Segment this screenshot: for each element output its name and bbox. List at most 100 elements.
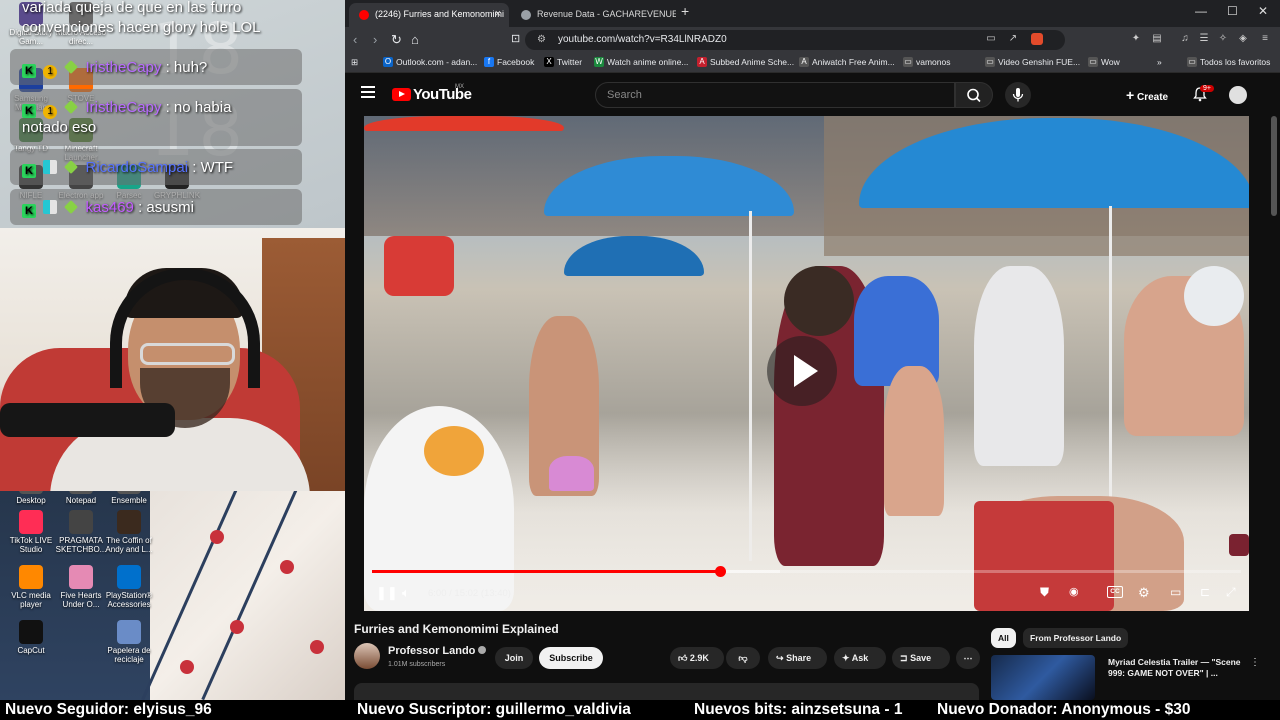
- tab-revenue[interactable]: Revenue Data - GACHAREVENUE: [511, 3, 676, 27]
- reload-icon[interactable]: ↻: [391, 32, 402, 48]
- bookmark-label: Aniwatch Free Anim...: [812, 57, 895, 67]
- close-window-button[interactable]: ✕: [1258, 4, 1268, 18]
- desktop-shortcut[interactable]: The Coffin of Andy and L...: [100, 510, 158, 554]
- captions-icon[interactable]: CC: [1107, 586, 1123, 598]
- country-code: MX: [455, 84, 464, 90]
- search-button[interactable]: [955, 82, 993, 108]
- more-bookmarks-button[interactable]: »: [1157, 57, 1162, 67]
- chat-message-text: notado eso: [22, 119, 97, 136]
- bookmark-item[interactable]: X Twitter: [544, 57, 582, 67]
- reading-list-icon[interactable]: ☰: [1198, 33, 1210, 45]
- bookmark-item[interactable]: ▭ vamonos: [903, 57, 951, 67]
- close-tab-icon[interactable]: ×: [495, 8, 501, 20]
- time-display: 6:00 / 15:02 (13:40): [428, 588, 511, 599]
- leo-icon[interactable]: ✧: [1217, 33, 1229, 45]
- share-icon[interactable]: ↗: [1007, 33, 1019, 45]
- bookmark-item[interactable]: A Aniwatch Free Anim...: [799, 57, 895, 67]
- extensions-icon[interactable]: ✦: [1130, 33, 1142, 45]
- progress-bar[interactable]: [372, 566, 1241, 577]
- desktop-shortcut-label: CapCut: [17, 646, 45, 655]
- tier-badge-icon: 1: [43, 65, 58, 79]
- pause-icon[interactable]: ❚❚: [376, 585, 398, 601]
- desktop-shortcut[interactable]: PlayStation® Accessories: [100, 565, 158, 609]
- minimize-button[interactable]: —: [1195, 4, 1207, 18]
- bookmark-icon[interactable]: ⊡: [511, 32, 520, 45]
- chat-message: K RicardoSampai : WTF: [22, 159, 233, 178]
- ask-button[interactable]: ✦ Ask: [834, 647, 886, 669]
- volume-icon[interactable]: 🔈︎: [402, 585, 410, 601]
- bookmark-favicon-icon: ▭: [903, 57, 913, 67]
- voice-search-button[interactable]: [1005, 82, 1031, 108]
- menu-icon[interactable]: ≡: [1259, 33, 1271, 45]
- site-info-icon[interactable]: ⚙: [537, 30, 546, 50]
- recommendation-thumbnail[interactable]: [991, 655, 1095, 700]
- bookmark-item[interactable]: ▭ Todos los favoritos: [1187, 57, 1270, 67]
- thumbs-down-icon: 👎︎: [738, 653, 748, 663]
- apps-icon[interactable]: ⊞: [351, 57, 358, 68]
- chip-all[interactable]: All: [991, 628, 1016, 648]
- youtube-logo-icon[interactable]: [392, 88, 411, 101]
- recommendation-more-icon[interactable]: ⋮: [1250, 657, 1260, 668]
- desktop-shortcut[interactable]: CapCut: [2, 620, 60, 655]
- settings-icon[interactable]: ⚙: [1138, 585, 1150, 601]
- recommendation-title[interactable]: Myriad Celestia Trailer — "Scene 999: GA…: [1108, 657, 1258, 679]
- bookmarks-bar: ⊞ O Outlook.com - adan... f Facebook X Twitte…: [345, 53, 1280, 73]
- scrollbar[interactable]: [1271, 116, 1277, 216]
- create-button[interactable]: + Create: [1120, 84, 1175, 106]
- bookmark-label: Wow: [1101, 57, 1120, 67]
- share-icon: ↪: [776, 653, 784, 663]
- fullscreen-icon[interactable]: ⤢: [1226, 585, 1236, 600]
- bookmark-item[interactable]: f Facebook: [484, 57, 534, 67]
- scrubber-handle[interactable]: [714, 566, 726, 577]
- bookmark-favicon-icon: ▭: [1187, 57, 1197, 67]
- chat-message-text: : huh?: [165, 59, 208, 76]
- dislike-button[interactable]: 👎︎: [726, 647, 760, 669]
- tab-youtube[interactable]: (2246) Furries and Kemonomimi ×: [349, 3, 509, 27]
- back-icon[interactable]: ‹: [353, 32, 357, 47]
- chip-from-channel[interactable]: From Professor Lando: [1023, 628, 1129, 648]
- miniplayer-icon[interactable]: ▭: [1170, 585, 1181, 599]
- url-field[interactable]: ⚙ youtube.com/watch?v=R34LlNRADZ0: [525, 30, 1065, 50]
- bookmark-item[interactable]: O Outlook.com - adan...: [383, 57, 477, 67]
- media-icon[interactable]: ♫: [1179, 33, 1191, 45]
- url-text: youtube.com/watch?v=R34LlNRADZ0: [558, 34, 727, 45]
- join-button[interactable]: Join: [495, 647, 533, 669]
- shield-icon[interactable]: ⛊: [1040, 585, 1049, 600]
- bookmark-item[interactable]: ▭ Wow: [1088, 57, 1120, 67]
- save-button[interactable]: ⊐ Save: [892, 647, 950, 669]
- forward-icon[interactable]: ›: [373, 32, 377, 47]
- bookmark-item[interactable]: ▭ Video Genshin FUE...: [985, 57, 1080, 67]
- bookmark-label: Video Genshin FUE...: [998, 57, 1081, 67]
- more-actions-button[interactable]: ⋯: [956, 647, 980, 669]
- bookmark-favicon-icon: O: [383, 57, 393, 67]
- maximize-button[interactable]: ☐: [1227, 4, 1238, 18]
- bookmark-item[interactable]: W Watch anime online...: [594, 57, 688, 67]
- search-input[interactable]: Search: [595, 82, 955, 108]
- verified-icon: [478, 646, 487, 654]
- channel-avatar[interactable]: [354, 643, 380, 669]
- desktop-shortcut[interactable]: Papelera de reciclaje: [100, 620, 158, 664]
- ticker-follower: Nuevo Seguidor: elyisus_96: [5, 701, 212, 718]
- bookmark-item[interactable]: A Subbed Anime Sche...: [697, 57, 794, 67]
- app-icon: [19, 620, 43, 644]
- vpn-icon[interactable]: ◈: [1237, 33, 1249, 45]
- brave-shield-icon[interactable]: [1031, 33, 1043, 45]
- like-button[interactable]: 👍︎ 2.9K: [670, 647, 724, 669]
- new-tab-button[interactable]: +: [681, 3, 689, 19]
- subscribe-button[interactable]: Subscribe: [539, 647, 603, 669]
- cast-icon[interactable]: ▭: [985, 33, 997, 45]
- app-icon: [69, 510, 93, 534]
- share-button[interactable]: ↪ Share: [768, 647, 827, 669]
- channel-name[interactable]: Professor Lando: [388, 645, 487, 657]
- sidebar-icon[interactable]: ▤: [1151, 33, 1163, 45]
- description-box[interactable]: [354, 683, 979, 700]
- chat-message-text: variada queja de que en las furro: [22, 0, 242, 16]
- play-button[interactable]: [767, 336, 837, 406]
- video-player[interactable]: ❚❚ 🔈︎ 6:00 / 15:02 (13:40) ⛊ ◉ CC ⚙ ▭ ⊏ …: [364, 116, 1249, 611]
- home-icon[interactable]: ⌂: [411, 32, 419, 47]
- cast-icon[interactable]: ⊏: [1200, 585, 1210, 599]
- create-label: Create: [1136, 92, 1169, 103]
- account-avatar[interactable]: [1229, 86, 1247, 104]
- autoplay-toggle-icon[interactable]: ◉: [1069, 585, 1079, 598]
- hamburger-menu-icon[interactable]: [361, 86, 375, 98]
